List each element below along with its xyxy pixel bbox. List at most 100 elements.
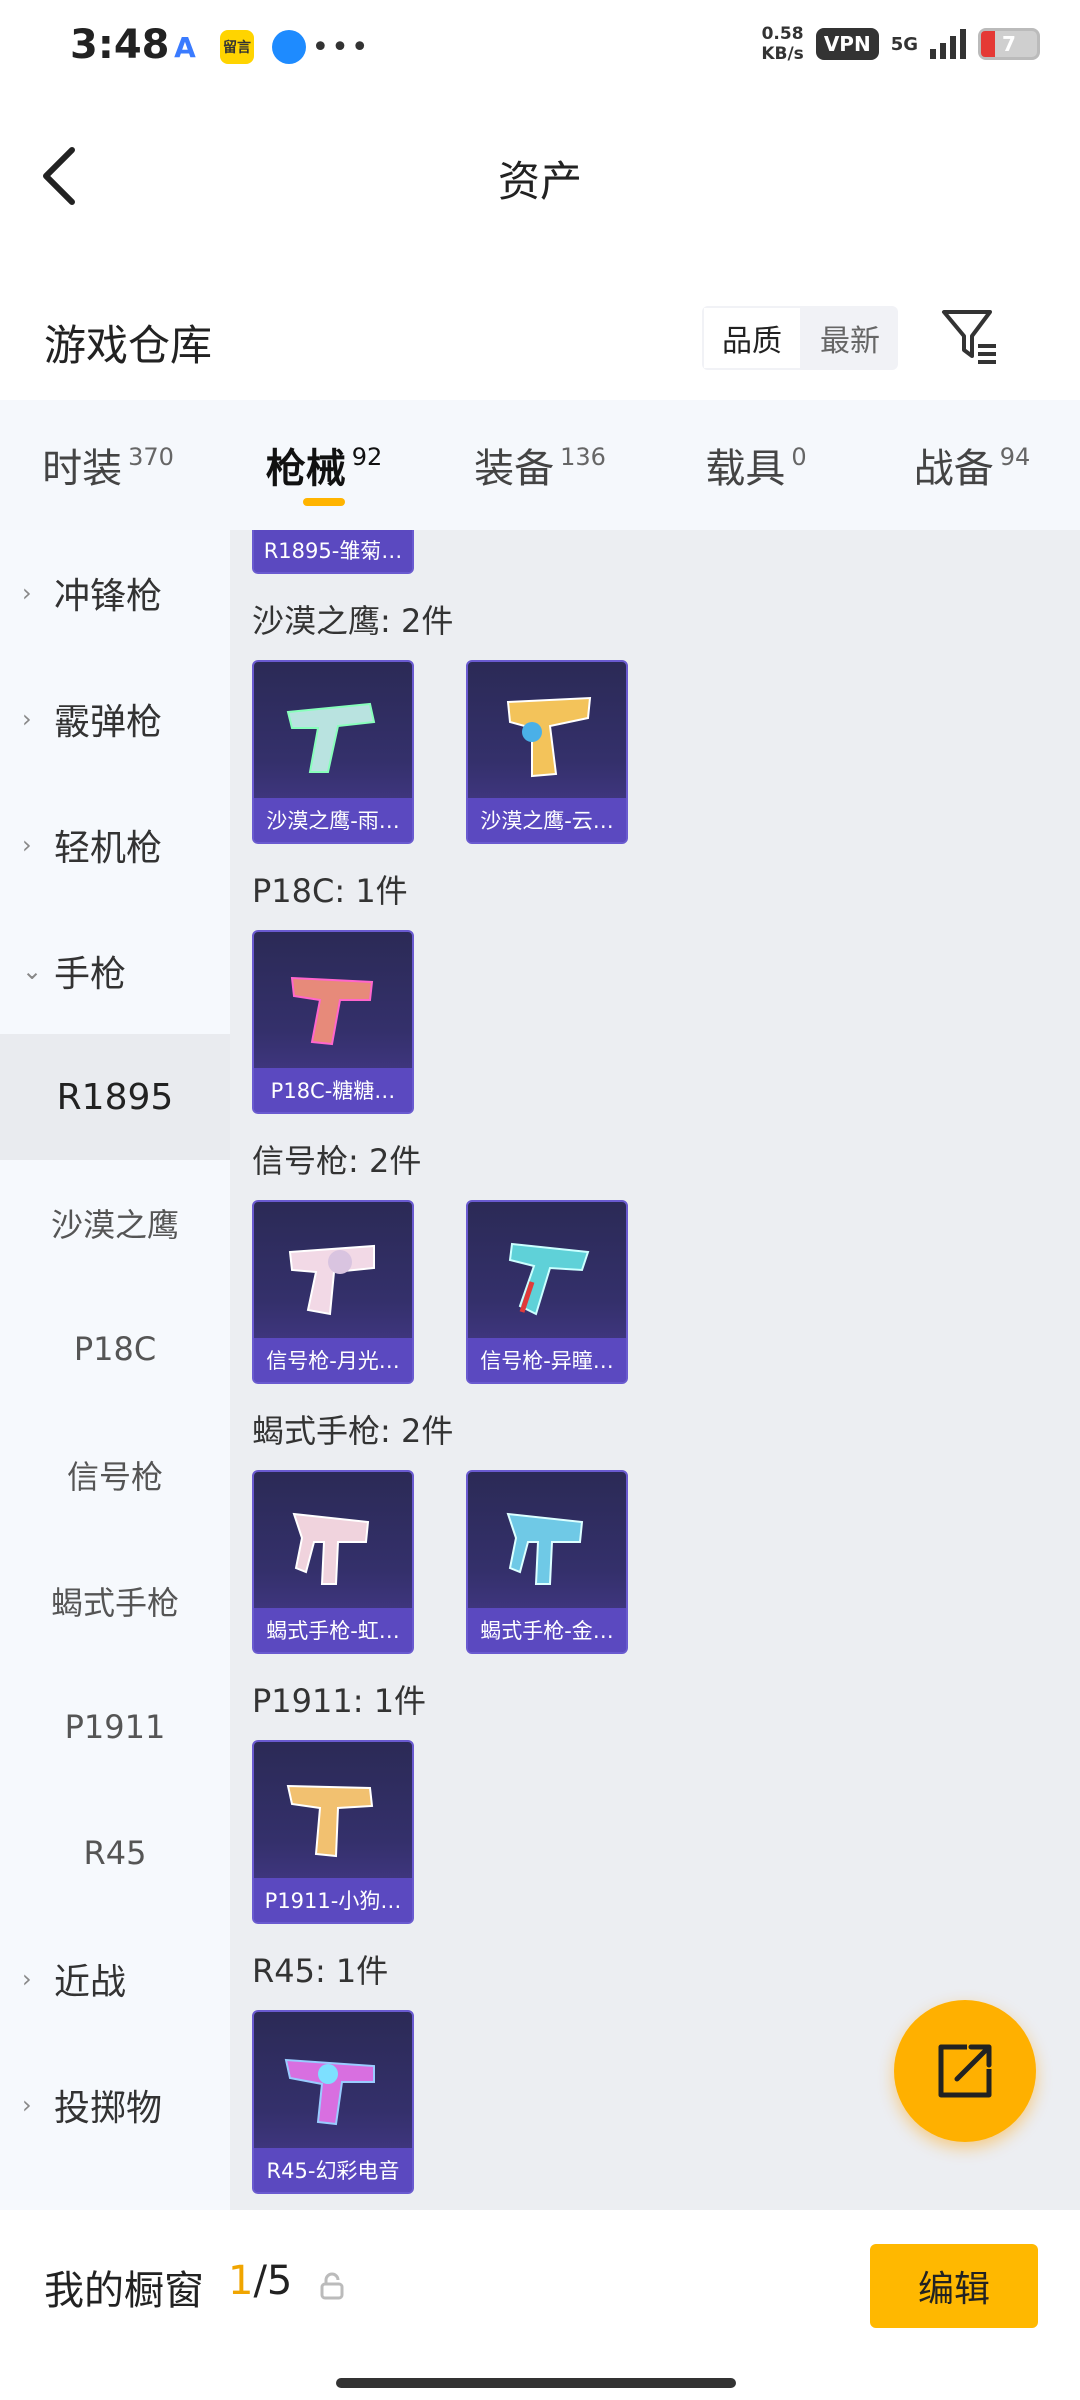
- share-button[interactable]: [894, 2000, 1036, 2142]
- item-card[interactable]: 信号枪-月光…: [252, 1200, 414, 1384]
- sidebar-item-label: 投掷物: [54, 2088, 163, 2129]
- app-header: 资产: [0, 100, 1080, 250]
- item-grid-area[interactable]: R1895-雏菊… 沙漠之鹰: 2件 沙漠之鹰-雨… 沙漠之鹰-云… P18C:…: [230, 530, 1080, 2210]
- sidebar-sub-flare-gun[interactable]: 信号枪: [0, 1412, 230, 1538]
- warehouse-title: 游戏仓库: [44, 321, 213, 370]
- filter-button[interactable]: [938, 304, 1002, 368]
- network-type: 5G: [890, 33, 918, 55]
- group-title: P1911: 1件: [252, 1682, 427, 1720]
- sidebar-sub-p1911[interactable]: P1911: [0, 1664, 230, 1790]
- tab-count: 136: [560, 443, 606, 471]
- tab-vehicles[interactable]: 载具 0: [648, 400, 864, 530]
- lock-icon: [320, 2272, 344, 2300]
- tab-label: 时装: [42, 446, 123, 492]
- sidebar-item-throwables[interactable]: › 投掷物: [0, 2042, 230, 2168]
- battery-level: 7: [1002, 32, 1016, 56]
- tab-equipment[interactable]: 装备 136: [432, 400, 648, 530]
- chevron-down-icon: ⌄: [22, 957, 43, 985]
- item-card-label: 沙漠之鹰-雨…: [254, 798, 412, 842]
- sidebar-sub-r45[interactable]: R45: [0, 1790, 230, 1916]
- tab-supplies[interactable]: 战备 94: [864, 400, 1080, 530]
- chevron-right-icon: ›: [22, 705, 32, 733]
- filter-icon: [942, 310, 996, 364]
- flare-gun-image: [468, 1212, 626, 1342]
- speed-value: 0.58: [761, 24, 804, 44]
- group-title: R45: 1件: [252, 1952, 389, 1990]
- network-speed: 0.58 KB/s: [761, 24, 803, 64]
- chevron-right-icon: ›: [22, 831, 32, 859]
- tab-label: 枪械: [265, 446, 346, 492]
- item-card-label: R1895-雏菊…: [254, 530, 412, 572]
- vpn-badge: VPN: [815, 28, 879, 60]
- item-card-label: 沙漠之鹰-云…: [468, 798, 626, 842]
- pistol-image: [254, 1752, 412, 1882]
- item-card[interactable]: 沙漠之鹰-雨…: [252, 660, 414, 844]
- signal-icon: [930, 29, 966, 59]
- item-card[interactable]: 沙漠之鹰-云…: [466, 660, 628, 844]
- sidebar-item-label: 轻机枪: [54, 828, 163, 869]
- item-card-label: 蝎式手枪-虹…: [254, 1608, 412, 1652]
- item-card-label: R45-幻彩电音: [254, 2148, 412, 2192]
- browser-icon: [272, 30, 306, 64]
- page-title: 资产: [497, 157, 582, 206]
- item-card[interactable]: R45-幻彩电音: [252, 2010, 414, 2194]
- home-indicator[interactable]: [336, 2378, 736, 2388]
- item-card-label: P18C-糖糖…: [254, 1068, 412, 1112]
- flare-gun-image: [254, 1212, 412, 1342]
- sidebar-item-pistol[interactable]: ⌄ 手枪: [0, 908, 230, 1034]
- item-card-label: 信号枪-月光…: [254, 1338, 412, 1382]
- tab-count: 370: [128, 443, 174, 471]
- group-title: 沙漠之鹰: 2件: [252, 602, 454, 640]
- sidebar-item-lmg[interactable]: › 轻机枪: [0, 782, 230, 908]
- tab-fashion[interactable]: 时装 370: [0, 400, 216, 530]
- sort-quality-button[interactable]: 品质: [702, 306, 802, 370]
- app-a-icon: A: [174, 30, 196, 64]
- tab-firearms[interactable]: 枪械 92: [216, 400, 432, 530]
- sidebar-item-shotgun[interactable]: › 霰弹枪: [0, 656, 230, 782]
- sidebar-item-label: 霰弹枪: [54, 702, 163, 743]
- showcase-label: 我的橱窗: [44, 2268, 204, 2314]
- item-card[interactable]: R1895-雏菊…: [252, 530, 414, 574]
- sidebar-sub-desert-eagle[interactable]: 沙漠之鹰: [0, 1160, 230, 1286]
- item-card-label: 蝎式手枪-金…: [468, 1608, 626, 1652]
- notification-icons: A 留言 •••: [168, 30, 368, 65]
- tab-label: 战备: [913, 446, 994, 492]
- item-card-label: P1911-小狗…: [254, 1878, 412, 1922]
- sidebar-item-label: 近战: [54, 1962, 127, 2003]
- group-title: 蝎式手枪: 2件: [252, 1412, 454, 1450]
- chevron-right-icon: ›: [22, 579, 32, 607]
- showcase-count: 1/5: [228, 2258, 292, 2304]
- sidebar-item-melee[interactable]: › 近战: [0, 1916, 230, 2042]
- showcase-bar: 我的橱窗 1/5 编辑: [0, 2210, 1080, 2400]
- item-card[interactable]: 信号枪-异瞳…: [466, 1200, 628, 1384]
- group-title: P18C: 1件: [252, 872, 408, 910]
- sort-latest-button[interactable]: 最新: [802, 306, 898, 370]
- pistol-image: [254, 942, 412, 1072]
- edit-button[interactable]: 编辑: [870, 2244, 1038, 2328]
- sidebar-sub-r1895[interactable]: R1895: [0, 1034, 230, 1160]
- item-card-label: 信号枪-异瞳…: [468, 1338, 626, 1382]
- app-message-icon: 留言: [220, 30, 254, 64]
- item-card[interactable]: P1911-小狗…: [252, 1740, 414, 1924]
- item-card[interactable]: 蝎式手枪-金…: [466, 1470, 628, 1654]
- item-card[interactable]: 蝎式手枪-虹…: [252, 1470, 414, 1654]
- group-title: 信号枪: 2件: [252, 1142, 422, 1180]
- showcase-current: 1: [228, 2258, 254, 2304]
- tab-count: 94: [999, 443, 1031, 471]
- tab-label: 载具: [705, 446, 786, 492]
- warehouse-header: 游戏仓库 品质 最新: [0, 290, 1080, 400]
- item-card[interactable]: P18C-糖糖…: [252, 930, 414, 1114]
- tab-label: 装备: [474, 446, 555, 492]
- sidebar-sub-scorpion[interactable]: 蝎式手枪: [0, 1538, 230, 1664]
- sidebar-sub-p18c[interactable]: P18C: [0, 1286, 230, 1412]
- share-icon: [938, 2044, 992, 2098]
- chevron-right-icon: ›: [22, 2091, 32, 2119]
- sort-toggle: 品质 最新: [702, 306, 898, 370]
- speed-unit: KB/s: [761, 44, 804, 64]
- scorpion-pistol-image: [254, 1482, 412, 1612]
- status-time: 3:48: [70, 22, 170, 68]
- battery-icon: 7: [978, 28, 1040, 60]
- scorpion-pistol-image: [468, 1482, 626, 1612]
- chevron-right-icon: ›: [22, 1965, 32, 1993]
- sidebar-item-smg[interactable]: › 冲锋枪: [0, 530, 230, 656]
